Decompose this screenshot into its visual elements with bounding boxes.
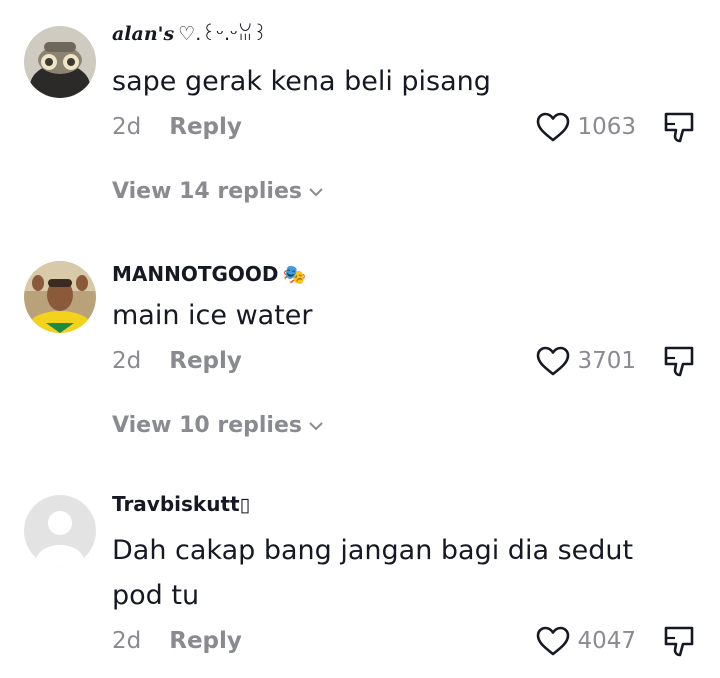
- default-avatar-icon: [24, 495, 96, 567]
- reply-button[interactable]: Reply: [169, 628, 242, 654]
- chevron-down-icon: [309, 188, 323, 197]
- like-count: 4047: [577, 627, 636, 654]
- like-button[interactable]: 4047: [535, 625, 636, 657]
- comment-text: main ice water: [112, 300, 313, 331]
- comment-meta: 2d Reply: [112, 116, 242, 139]
- username-decoration: 🎭: [282, 264, 307, 286]
- view-replies-label: View 10 replies: [112, 413, 302, 438]
- username-text: MANNOTGOOD: [112, 262, 279, 286]
- comment-date: 2d: [112, 628, 142, 654]
- view-replies-button[interactable]: View 14 replies: [112, 181, 324, 203]
- username-text: Travbiskutt: [112, 492, 240, 516]
- chevron-down-icon: [309, 422, 323, 431]
- comment-date: 2d: [112, 348, 142, 374]
- avatar[interactable]: [24, 495, 96, 567]
- avatar[interactable]: [24, 26, 96, 98]
- username-decoration: ▯: [239, 494, 251, 516]
- view-replies-button[interactable]: View 10 replies: [112, 415, 324, 437]
- comment-meta: 2d Reply: [112, 630, 242, 653]
- username-text: alan's: [112, 23, 175, 45]
- username[interactable]: Travbiskutt▯: [112, 494, 250, 515]
- reply-button[interactable]: Reply: [169, 114, 242, 140]
- like-count: 1063: [577, 113, 636, 140]
- thumbs-down-icon[interactable]: [662, 111, 696, 145]
- like-count: 3701: [577, 347, 636, 374]
- view-replies-label: View 14 replies: [112, 179, 302, 204]
- comment-text: Dah cakap bang jangan bagi dia sedut pod…: [112, 535, 634, 611]
- heart-outline-icon: [537, 626, 570, 656]
- username-decoration: ♡.꒰ᵕ.ᵕꈍ꒱: [178, 23, 268, 45]
- username[interactable]: alan's ♡.꒰ᵕ.ᵕꈍ꒱: [112, 25, 268, 44]
- comment-date: 2d: [112, 114, 142, 140]
- comment-text: sape gerak kena beli pisang: [112, 66, 491, 97]
- thumbs-down-icon[interactable]: [662, 625, 696, 659]
- heart-outline-icon: [537, 346, 570, 376]
- avatar[interactable]: [24, 261, 96, 333]
- username[interactable]: MANNOTGOOD 🎭: [112, 264, 306, 285]
- heart-outline-icon: [537, 112, 570, 142]
- reply-button[interactable]: Reply: [169, 348, 242, 374]
- like-button[interactable]: 1063: [535, 111, 636, 143]
- thumbs-down-icon[interactable]: [662, 345, 696, 379]
- like-button[interactable]: 3701: [535, 345, 636, 377]
- comment-meta: 2d Reply: [112, 350, 242, 373]
